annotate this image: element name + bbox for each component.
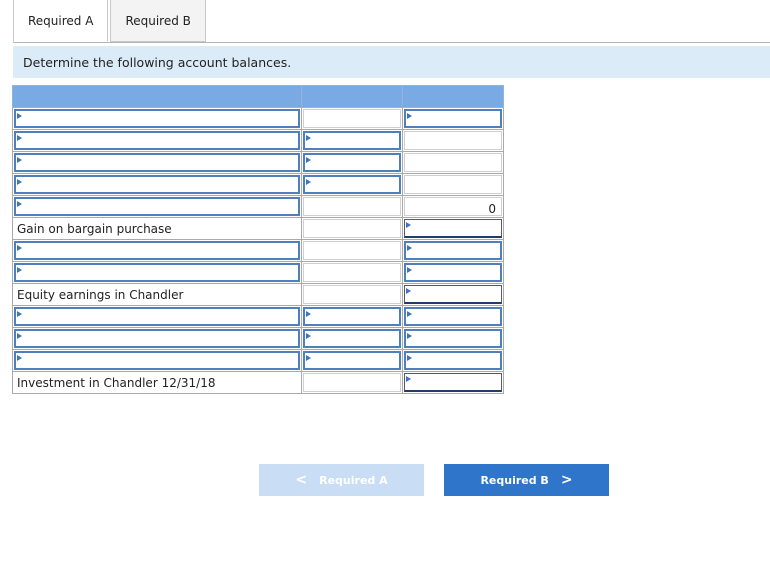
account-dropdown[interactable]	[14, 351, 301, 370]
next-button-label: Required B	[480, 473, 549, 487]
dropdown-marker-icon	[306, 355, 312, 361]
dropdown-marker-icon	[407, 311, 413, 317]
account-dropdown[interactable]	[14, 307, 301, 326]
prev-button-label: Required A	[319, 473, 388, 487]
account-dropdown[interactable]	[14, 131, 301, 150]
dropdown-marker-icon	[407, 267, 413, 273]
dropdown-marker-icon	[17, 333, 22, 339]
dropdown-marker-icon	[406, 288, 412, 294]
table-row: 0	[11, 195, 504, 218]
table-row	[11, 327, 504, 350]
amount-input[interactable]	[404, 307, 502, 326]
dropdown-marker-icon	[407, 355, 413, 361]
row-label: Gain on bargain purchase	[17, 222, 172, 236]
dropdown-marker-icon	[306, 135, 312, 141]
table-row: Investment in Chandler 12/31/18	[11, 371, 504, 394]
row-label: Investment in Chandler 12/31/18	[17, 376, 216, 390]
header-cell-col2	[301, 85, 404, 108]
dropdown-marker-icon	[407, 245, 413, 251]
table-row	[11, 107, 504, 130]
account-dropdown[interactable]	[14, 153, 301, 172]
dropdown-marker-icon	[306, 333, 312, 339]
amount-input[interactable]	[303, 175, 402, 194]
account-dropdown[interactable]	[14, 263, 301, 282]
header-cell-col3	[402, 85, 504, 108]
amount-input[interactable]	[404, 373, 502, 392]
amount-input[interactable]	[404, 153, 502, 172]
tab-bar: Required A Required B	[13, 0, 208, 42]
amount-input[interactable]	[303, 197, 402, 216]
tab-required-a[interactable]: Required A	[13, 0, 109, 42]
header-cell-account	[11, 85, 303, 108]
dropdown-marker-icon	[17, 311, 22, 317]
tab-required-b[interactable]: Required B	[110, 0, 206, 42]
dropdown-marker-icon	[406, 222, 412, 228]
row-label: Equity earnings in Chandler	[17, 288, 184, 302]
account-dropdown[interactable]	[14, 241, 301, 260]
dropdown-marker-icon	[407, 333, 413, 339]
account-balances-table: 0 Gain on bargain purchase Equity earnin…	[11, 85, 504, 394]
amount-input[interactable]	[303, 285, 402, 304]
amount-input[interactable]	[303, 219, 402, 238]
amount-input[interactable]	[404, 241, 502, 260]
amount-input[interactable]	[303, 373, 402, 392]
table-row	[11, 239, 504, 262]
dropdown-marker-icon	[17, 157, 22, 163]
dropdown-marker-icon	[17, 113, 22, 119]
amount-input[interactable]	[303, 263, 402, 282]
amount-input[interactable]	[404, 109, 502, 128]
amount-input[interactable]	[303, 307, 402, 326]
amount-input[interactable]	[303, 153, 402, 172]
table-row	[11, 151, 504, 174]
amount-input[interactable]	[404, 131, 502, 150]
chevron-right-icon: >	[560, 472, 573, 488]
table-row	[11, 305, 504, 328]
amount-input[interactable]	[404, 351, 502, 370]
chevron-left-icon: <	[295, 472, 308, 488]
dropdown-marker-icon	[17, 267, 22, 273]
instruction-text: Determine the following account balances…	[23, 54, 292, 70]
amount-input[interactable]	[404, 263, 502, 282]
table-header-row	[11, 85, 504, 108]
dropdown-marker-icon	[306, 311, 312, 317]
dropdown-marker-icon	[17, 245, 22, 251]
dropdown-marker-icon	[407, 113, 413, 119]
table-row	[11, 349, 504, 372]
table-row	[11, 173, 504, 196]
table-row: Gain on bargain purchase	[11, 217, 504, 240]
amount-input[interactable]	[404, 219, 502, 238]
amount-input[interactable]	[303, 329, 402, 348]
amount-input[interactable]	[303, 241, 402, 260]
prev-required-a-button[interactable]: < Required A	[259, 464, 424, 496]
amount-input[interactable]	[404, 175, 502, 194]
next-required-b-button[interactable]: Required B >	[444, 464, 609, 496]
amount-input[interactable]	[303, 109, 402, 128]
account-dropdown[interactable]	[14, 329, 301, 348]
total-value: 0	[488, 202, 496, 216]
dropdown-marker-icon	[306, 157, 312, 163]
table-row: Equity earnings in Chandler	[11, 283, 504, 306]
amount-input[interactable]	[404, 329, 502, 348]
account-dropdown[interactable]	[14, 175, 301, 194]
dropdown-marker-icon	[306, 179, 312, 185]
amount-input[interactable]	[404, 285, 502, 304]
amount-input[interactable]	[303, 351, 402, 370]
amount-input[interactable]	[303, 131, 402, 150]
table-row	[11, 261, 504, 284]
dropdown-marker-icon	[17, 179, 22, 185]
dropdown-marker-icon	[406, 376, 412, 382]
table-row	[11, 129, 504, 152]
dropdown-marker-icon	[17, 135, 22, 141]
amount-input[interactable]: 0	[404, 197, 502, 216]
dropdown-marker-icon	[17, 201, 22, 207]
instruction-banner: Determine the following account balances…	[13, 46, 770, 78]
tab-divider	[13, 42, 770, 43]
dropdown-marker-icon	[17, 355, 22, 361]
account-dropdown[interactable]	[14, 109, 301, 128]
account-dropdown[interactable]	[14, 197, 301, 216]
